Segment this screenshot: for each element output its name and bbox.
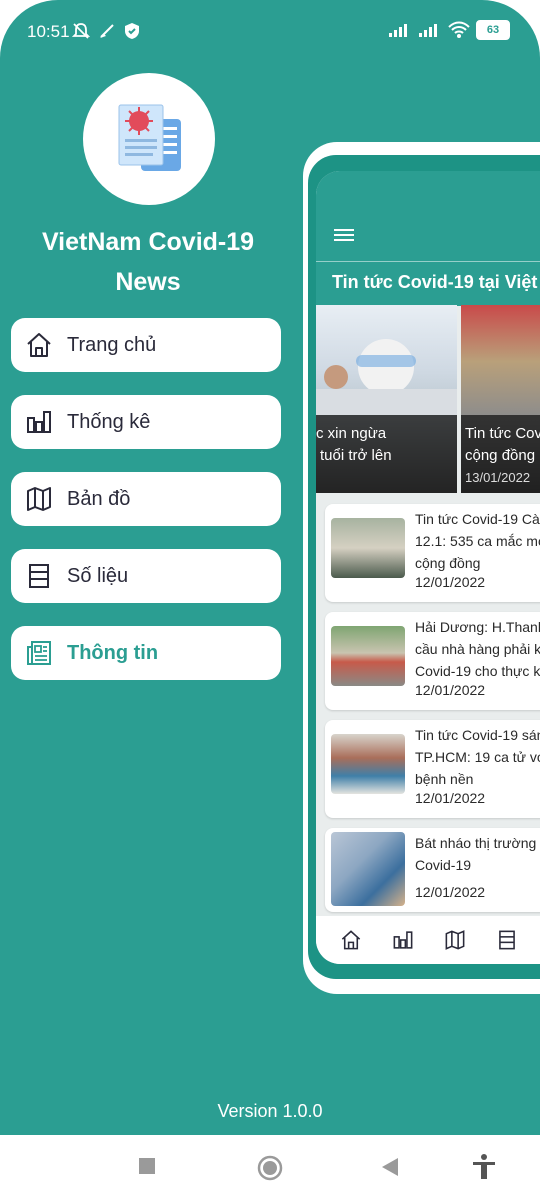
- news-title: Tin tức Covid-19 sáng 12.1 TP.HCM: 19 ca…: [415, 727, 540, 787]
- bar-chart-icon: [27, 411, 51, 433]
- news-card[interactable]: Tin tức Covid-19 sáng 12.1 TP.HCM: 19 ca…: [325, 720, 540, 818]
- news-date: 12/01/2022: [415, 790, 486, 806]
- slide-caption: Tin tức Covid-19 cộng đồng 13/01/2022: [461, 415, 540, 493]
- broom-icon: [100, 24, 114, 38]
- news-thumbnail: [331, 734, 405, 794]
- table-icon: [29, 564, 49, 588]
- carousel-slide[interactable]: c xin ngừa tuổi trở lên: [316, 305, 457, 493]
- app-title: VietNam Covid-19 News: [0, 222, 296, 302]
- carousel-slide[interactable]: Tin tức Covid-19 cộng đồng 13/01/2022: [461, 305, 540, 493]
- home-icon: [27, 333, 51, 357]
- shield-icon: [125, 23, 139, 39]
- preview-topbar: [316, 171, 540, 261]
- home-icon[interactable]: [340, 929, 362, 951]
- news-card[interactable]: Hải Dương: H.Thanh Miện cầu nhà hàng phả…: [325, 612, 540, 710]
- wifi-icon: [448, 21, 470, 38]
- news-carousel[interactable]: c xin ngừa tuổi trở lên Tin tức Covid-19…: [316, 305, 540, 493]
- status-icons-right: 63: [388, 20, 510, 40]
- content-preview[interactable]: Tin tức Covid-19 tại Việt Nam c xin ngừa…: [308, 155, 540, 979]
- hamburger-icon[interactable]: [334, 227, 354, 243]
- menu-item-label: Thông tin: [67, 641, 159, 664]
- battery-icon: 63: [476, 20, 510, 40]
- status-icons-left: [72, 22, 140, 40]
- news-thumbnail: [331, 832, 405, 906]
- system-nav-bar: [0, 1135, 540, 1200]
- map-icon: [27, 487, 51, 511]
- slide-date: 13/01/2022: [465, 470, 531, 485]
- menu-item-label: Số liệu: [67, 564, 129, 587]
- app-screen: 10:51 63 VietNam Covid-19 News Trang chủ…: [0, 0, 540, 1135]
- preview-bottom-nav: [316, 916, 540, 964]
- status-bar: 10:51 63: [0, 0, 540, 64]
- preview-header-title: Tin tức Covid-19 tại Việt Nam: [332, 272, 540, 292]
- slide-caption-text: c xin ngừa tuổi trở lên: [316, 425, 392, 464]
- signal-2-icon: [419, 24, 437, 37]
- news-date: 12/01/2022: [415, 884, 486, 900]
- slide-caption-text: Tin tức Covid-19 cộng đồng: [465, 425, 540, 464]
- mute-icon: [72, 23, 90, 39]
- table-icon[interactable]: [496, 929, 518, 951]
- menu-item-map[interactable]: Bản đồ: [11, 472, 281, 526]
- bar-chart-icon[interactable]: [392, 929, 414, 951]
- app-logo: [83, 73, 215, 205]
- map-icon[interactable]: [444, 929, 466, 951]
- back-icon[interactable]: [381, 1157, 399, 1177]
- menu-item-home[interactable]: Trang chủ: [11, 318, 281, 372]
- news-card[interactable]: Bát nháo thị trường thuốc Covid-19 12/01…: [325, 828, 540, 912]
- news-title: Bát nháo thị trường thuốc Covid-19: [415, 835, 537, 873]
- app-title-line2: News: [115, 268, 181, 296]
- news-thumbnail: [331, 518, 405, 578]
- drawer-menu: Trang chủ Thống kê Bản đồ Số liệu Thông …: [11, 318, 281, 703]
- news-title: Hải Dương: H.Thanh Miện cầu nhà hàng phả…: [415, 619, 540, 679]
- news-title: Tin tức Covid-19 Cà Mau 12.1: 535 ca mắc…: [415, 511, 540, 571]
- news-date: 12/01/2022: [415, 682, 486, 698]
- menu-item-statistics[interactable]: Thống kê: [11, 395, 281, 449]
- news-card[interactable]: Tin tức Covid-19 Cà Mau 12.1: 535 ca mắc…: [325, 504, 540, 602]
- preview-header-bar: Tin tức Covid-19 tại Việt Nam: [316, 261, 540, 306]
- signal-icon: [389, 24, 407, 37]
- menu-item-label: Thống kê: [67, 410, 151, 433]
- content-preview-screen: Tin tức Covid-19 tại Việt Nam c xin ngừa…: [316, 171, 540, 964]
- app-title-line1: VietNam Covid-19: [41, 228, 255, 256]
- menu-item-label: Bản đồ: [67, 487, 131, 510]
- news-list: Tin tức Covid-19 Cà Mau 12.1: 535 ca mắc…: [325, 504, 540, 922]
- home-button-icon[interactable]: [257, 1155, 283, 1181]
- menu-item-data[interactable]: Số liệu: [11, 549, 281, 603]
- recents-icon[interactable]: [138, 1157, 156, 1175]
- status-time: 10:51: [27, 22, 70, 41]
- menu-item-info[interactable]: Thông tin: [11, 626, 281, 680]
- app-version: Version 1.0.0: [217, 1101, 323, 1121]
- news-icon: [27, 641, 51, 665]
- news-thumbnail: [331, 626, 405, 686]
- slide-photo: [316, 339, 457, 415]
- accessibility-icon[interactable]: [471, 1153, 497, 1181]
- news-logo-icon: [118, 104, 181, 171]
- news-date: 12/01/2022: [415, 574, 486, 590]
- menu-item-label: Trang chủ: [67, 333, 157, 356]
- slide-caption: c xin ngừa tuổi trở lên: [316, 415, 457, 493]
